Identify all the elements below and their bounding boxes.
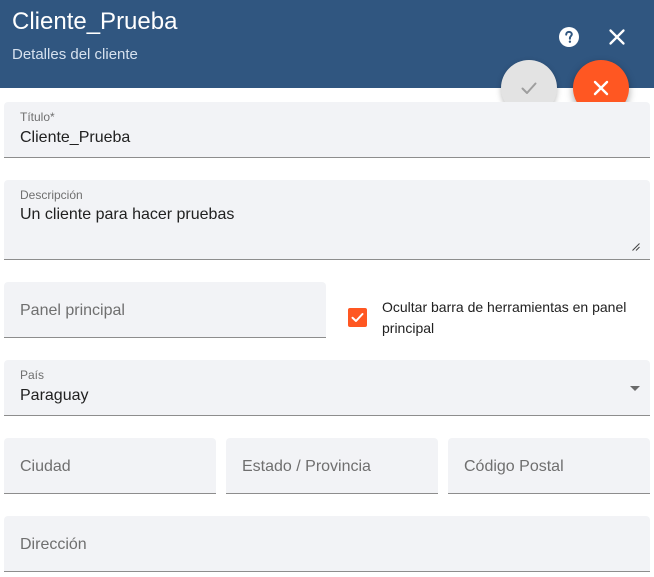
address-field[interactable]: Dirección [4, 516, 650, 572]
state-field-placeholder: Estado / Provincia [242, 458, 371, 475]
country-select-value: Paraguay [20, 387, 89, 404]
hide-toolbar-checkbox-label[interactable]: Ocultar barra de herramientas en panel p… [382, 297, 647, 339]
dashboard-field[interactable]: Panel principal [4, 282, 326, 338]
chevron-down-icon[interactable] [630, 386, 640, 391]
help-circle-icon [559, 27, 579, 47]
description-field-label: Descripción [20, 188, 83, 202]
help-button[interactable] [558, 26, 580, 48]
country-select[interactable]: País Paraguay [4, 360, 650, 416]
zip-field-placeholder: Código Postal [464, 458, 564, 475]
zip-field[interactable]: Código Postal [448, 438, 650, 494]
dialog-subtitle: Detalles del cliente [12, 46, 138, 63]
title-field[interactable]: Título* Cliente_Prueba [4, 102, 650, 158]
title-field-value: Cliente_Prueba [20, 129, 131, 146]
description-field[interactable]: Descripción Un cliente para hacer prueba… [4, 180, 650, 260]
close-icon [609, 29, 625, 45]
check-icon [351, 313, 364, 322]
dashboard-field-placeholder: Panel principal [20, 302, 125, 319]
dialog-header: Cliente_Prueba Detalles del cliente [0, 0, 654, 88]
resize-handle-icon[interactable] [632, 243, 640, 251]
state-field[interactable]: Estado / Provincia [226, 438, 438, 494]
close-icon [593, 80, 609, 96]
city-field[interactable]: Ciudad [4, 438, 216, 494]
dialog-title: Cliente_Prueba [12, 8, 178, 35]
hide-toolbar-checkbox[interactable] [348, 308, 367, 327]
title-field-label: Título* [20, 110, 55, 124]
check-icon [521, 82, 537, 94]
address-field-placeholder: Dirección [20, 536, 87, 553]
description-field-value: Un cliente para hacer pruebas [20, 206, 235, 223]
close-button[interactable] [606, 26, 628, 48]
country-select-label: País [20, 368, 45, 382]
city-field-placeholder: Ciudad [20, 458, 71, 475]
